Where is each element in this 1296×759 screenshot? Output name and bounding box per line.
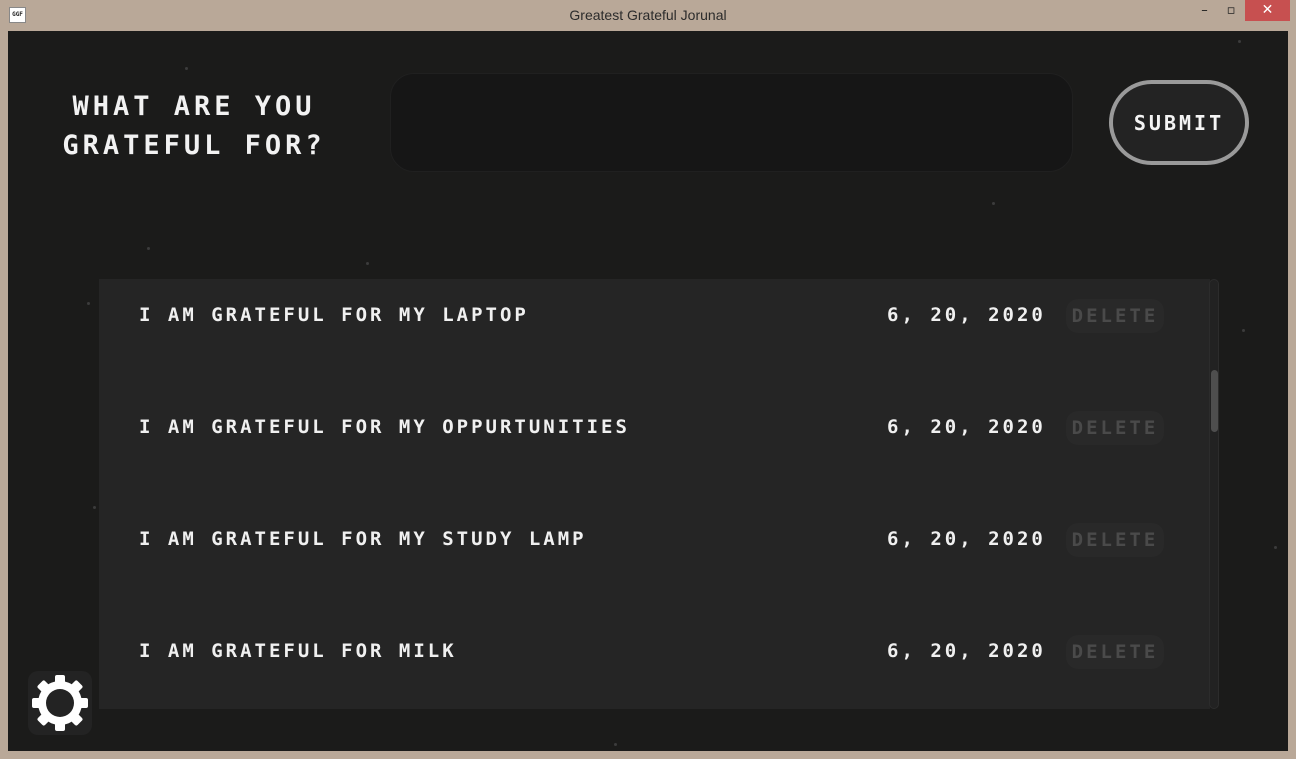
list-item: I AM GRATEFUL FOR MY OPPURTUNITIES 6, 20…: [99, 391, 1210, 503]
prompt-heading: WHAT ARE YOU GRATEFUL FOR?: [62, 91, 326, 161]
entry-text: I AM GRATEFUL FOR MY STUDY LAMP: [139, 528, 587, 550]
entry-text: I AM GRATEFUL FOR MY OPPURTUNITIES: [139, 416, 630, 438]
close-button[interactable]: ✕: [1245, 0, 1290, 21]
title-bar[interactable]: GGF Greatest Grateful Jorunal – ▫ ✕: [0, 0, 1296, 31]
app-window: GGF Greatest Grateful Jorunal – ▫ ✕ WHAT…: [0, 0, 1296, 759]
list-item: I AM GRATEFUL FOR MILK 6, 20, 2020 DELET…: [99, 615, 1210, 709]
scrollbar-thumb[interactable]: [1211, 370, 1218, 432]
background-star: [992, 202, 995, 205]
background-star: [87, 302, 90, 305]
maximize-button[interactable]: ▫: [1218, 0, 1244, 21]
background-star: [614, 743, 617, 746]
settings-button[interactable]: [28, 671, 92, 735]
entry-date: 6, 20, 2020: [887, 640, 1046, 662]
main-area: WHAT ARE YOU GRATEFUL FOR? SUBMIT I AM G…: [8, 31, 1288, 751]
entries-list[interactable]: I AM GRATEFUL FOR MY LAPTOP 6, 20, 2020 …: [99, 279, 1210, 709]
entry-text: I AM GRATEFUL FOR MILK: [139, 640, 457, 662]
background-star: [1242, 329, 1245, 332]
entry-date: 6, 20, 2020: [887, 528, 1046, 550]
background-star: [185, 67, 188, 70]
list-item: I AM GRATEFUL FOR MY STUDY LAMP 6, 20, 2…: [99, 503, 1210, 615]
background-star: [1274, 546, 1277, 549]
list-scrollbar[interactable]: [1209, 279, 1219, 709]
background-star: [1238, 40, 1241, 43]
gratitude-input[interactable]: [390, 73, 1073, 172]
entry-date: 6, 20, 2020: [887, 416, 1046, 438]
delete-button[interactable]: DELETE: [1066, 411, 1164, 445]
delete-button[interactable]: DELETE: [1066, 635, 1164, 669]
window-title: Greatest Grateful Jorunal: [569, 7, 727, 23]
background-star: [147, 247, 150, 250]
background-star: [366, 262, 369, 265]
entry-text: I AM GRATEFUL FOR MY LAPTOP: [139, 304, 529, 326]
list-item: I AM GRATEFUL FOR MY LAPTOP 6, 20, 2020 …: [99, 279, 1210, 391]
background-star: [93, 506, 96, 509]
minimize-button[interactable]: –: [1192, 0, 1217, 21]
delete-button[interactable]: DELETE: [1066, 299, 1164, 333]
entry-date: 6, 20, 2020: [887, 304, 1046, 326]
submit-button[interactable]: SUBMIT: [1109, 80, 1249, 165]
delete-button[interactable]: DELETE: [1066, 523, 1164, 557]
gear-icon: [32, 675, 88, 731]
